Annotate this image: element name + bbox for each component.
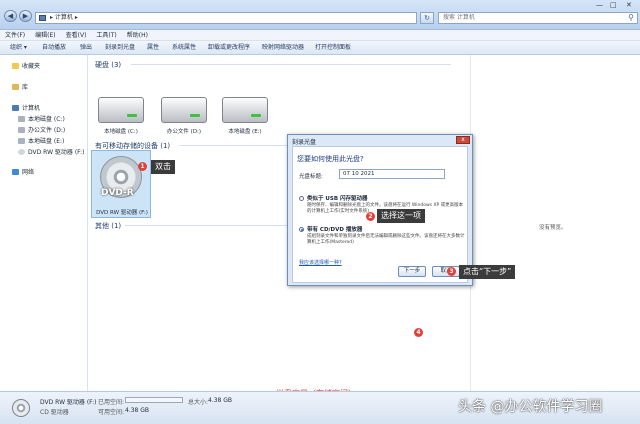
status-drive-type: CD 驱动器 [40, 409, 69, 416]
status-total-value: 4.38 GB [208, 397, 233, 404]
watermark-text: 头条 @办公软件学习圈 [458, 399, 603, 415]
usage-bar [125, 397, 183, 403]
dvd-drive-icon [12, 399, 30, 417]
status-used-label: 已用空间: [98, 399, 125, 406]
status-free-value: 4.38 GB [125, 407, 150, 414]
status-total-label: 总大小: [188, 399, 209, 406]
status-drive-name: DVD RW 驱动器 (F:) [40, 399, 97, 406]
status-free-label: 可用空间: [98, 409, 125, 416]
annotation-arrow-layer [236, 392, 273, 404]
